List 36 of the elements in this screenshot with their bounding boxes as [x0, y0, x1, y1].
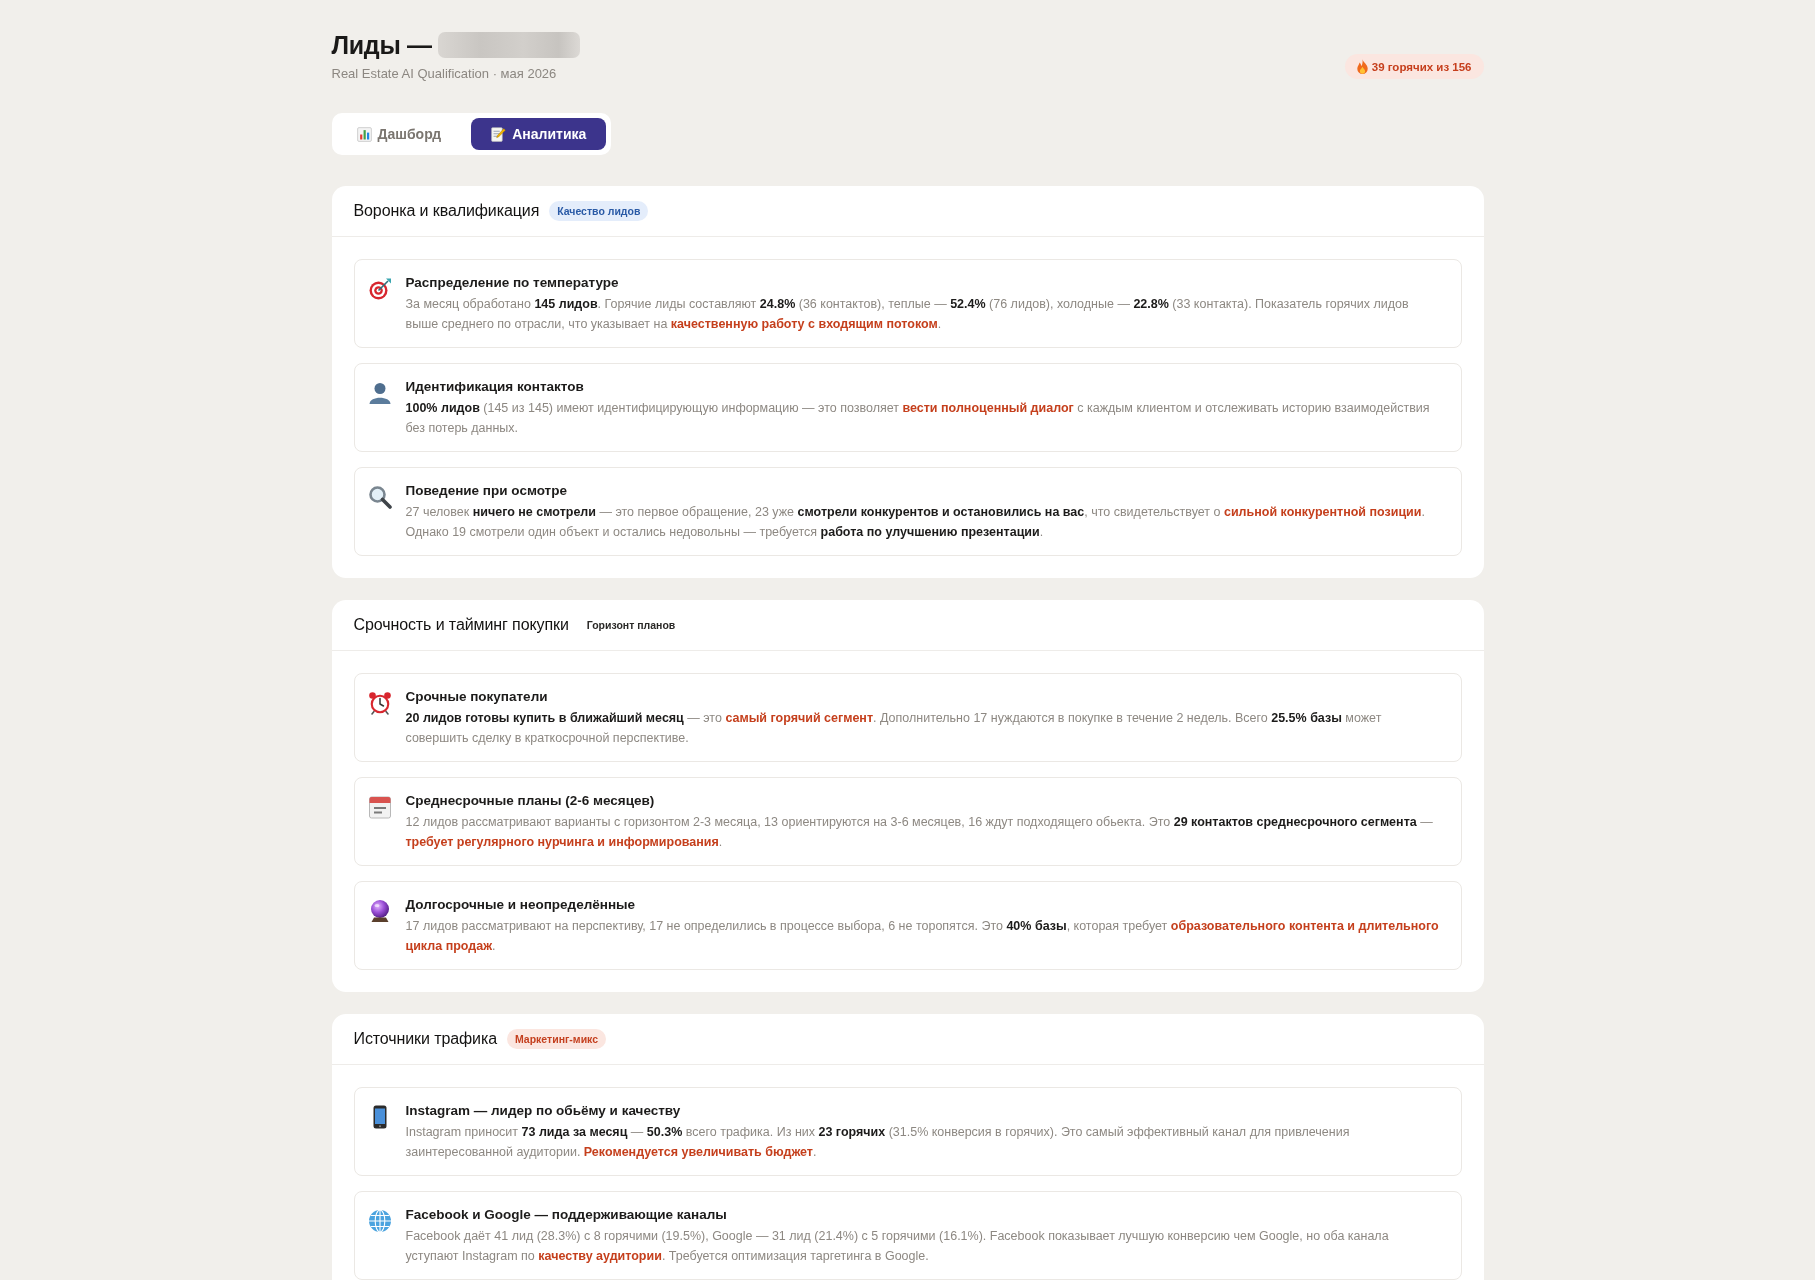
- calendar-icon: [367, 795, 392, 819]
- search-icon: [367, 485, 392, 509]
- card-description: Instagram приносит 73 лида за месяц — 50.3% всего трафика. Из них 23 горячих (31.5% конверсия в горячих). Это самый эффективный канал для привлечения заинтересованной аудитории. Рекомендуется увеличивать бюджет.: [405, 1124, 1351, 1161]
- person-silhouette-icon: [367, 381, 392, 405]
- section-title: Источники трафика: [353, 1030, 497, 1048]
- section-title: Срочность и тайминг покупки: [353, 616, 569, 634]
- card-description: 20 лидов готовы купить в ближайший месяц — это самый горячий сегмент. Дополнительно 17 нуждаются в покупке в течение 2 недель. Всего 25.5% базы может совершить сделку в краткосрочной перспективе.: [405, 710, 1383, 747]
- card-description: За месяц обработано 145 лидов. Горячие лиды составляют 24.8% (36 контактов), теплые — 52.4% (76 лидов), холодные — 22.8% (33 контакта). Показатель горячих лидов выше среднего по отрасли, что указывает на качественную работу с входящим потоком.: [405, 296, 1410, 333]
- page-title: Лиды —: [331, 30, 432, 60]
- section-title: Воронка и квалификация: [353, 202, 540, 220]
- alarm-clock-icon: [367, 691, 392, 715]
- memo-icon: [491, 126, 507, 142]
- card-description: 17 лидов рассматривают на перспективу, 17 не определились в процессе выбора, 6 не торопятся. Это 40% базы, которая требует образовательного контента и длительного цикла продаж.: [405, 918, 1440, 955]
- dartboard-icon: [367, 277, 392, 301]
- card-title: Поведение при осмотре: [405, 482, 568, 500]
- flame-icon: [1356, 59, 1368, 74]
- card-description: 100% лидов (145 из 145) имеют идентифицирующую информацию — это позволяет вести полноценный диалог с каждым клиентом и отслеживать историю взаимодействия без потерь данных.: [405, 400, 1431, 437]
- tab[interactable]: Дашборд: [336, 118, 462, 150]
- card-title: Facebook и Google — поддерживающие каналы: [405, 1206, 728, 1224]
- card-title: Идентификация контактов: [405, 378, 585, 396]
- card-title: Срочные покупатели: [405, 688, 549, 706]
- globe-icon: [367, 1209, 392, 1233]
- card-title: Instagram — лидер по обьёму и качеству: [405, 1102, 682, 1120]
- page-subtitle: Real Estate AI Qualification · мая 2026: [331, 65, 558, 83]
- card-title: Среднесрочные планы (2-6 месяцев): [405, 792, 656, 810]
- bar-chart-icon: [356, 126, 372, 142]
- section-tag: Маркетинг-микс: [506, 1029, 607, 1049]
- card-title: Распределение по температуре: [405, 274, 620, 292]
- section-tag: Качество лидов: [549, 201, 649, 221]
- tab[interactable]: Аналитика: [471, 118, 607, 150]
- card-description: 27 человек ничего не смотрели — это первое обращение, 23 уже смотрели конкурентов и остановились на вас, что свидетельствует о сильной конкурентной позиции. Однако 19 смотрели один объект и остались недовольны — требуется работа по улучшению презентации.: [405, 504, 1426, 541]
- card-title: Долгосрочные и неопределённые: [405, 896, 637, 914]
- card-description: Facebook даёт 41 лид (28.3%) с 8 горячими (19.5%), Google — 31 лид (21.4%) с 5 горячими (16.1%). Facebook показывает лучшую конверсию чем Google, но оба канала уступают Instagram по качеству аудитории. Требуется оптимизация таргетинга в Google.: [405, 1228, 1390, 1265]
- section-label: Горизонт планов: [585, 618, 677, 633]
- hot-leads-count: 39 горячих из 156: [1371, 60, 1472, 73]
- card-description: 12 лидов рассматривают варианты с горизонтом 2-3 месяца, 13 ориентируются на 3-6 месяцев, 16 ждут подходящего обьекта. Это 29 контактов среднесрочного сегмента — требует регулярного нурчинга и информирования.: [405, 814, 1434, 851]
